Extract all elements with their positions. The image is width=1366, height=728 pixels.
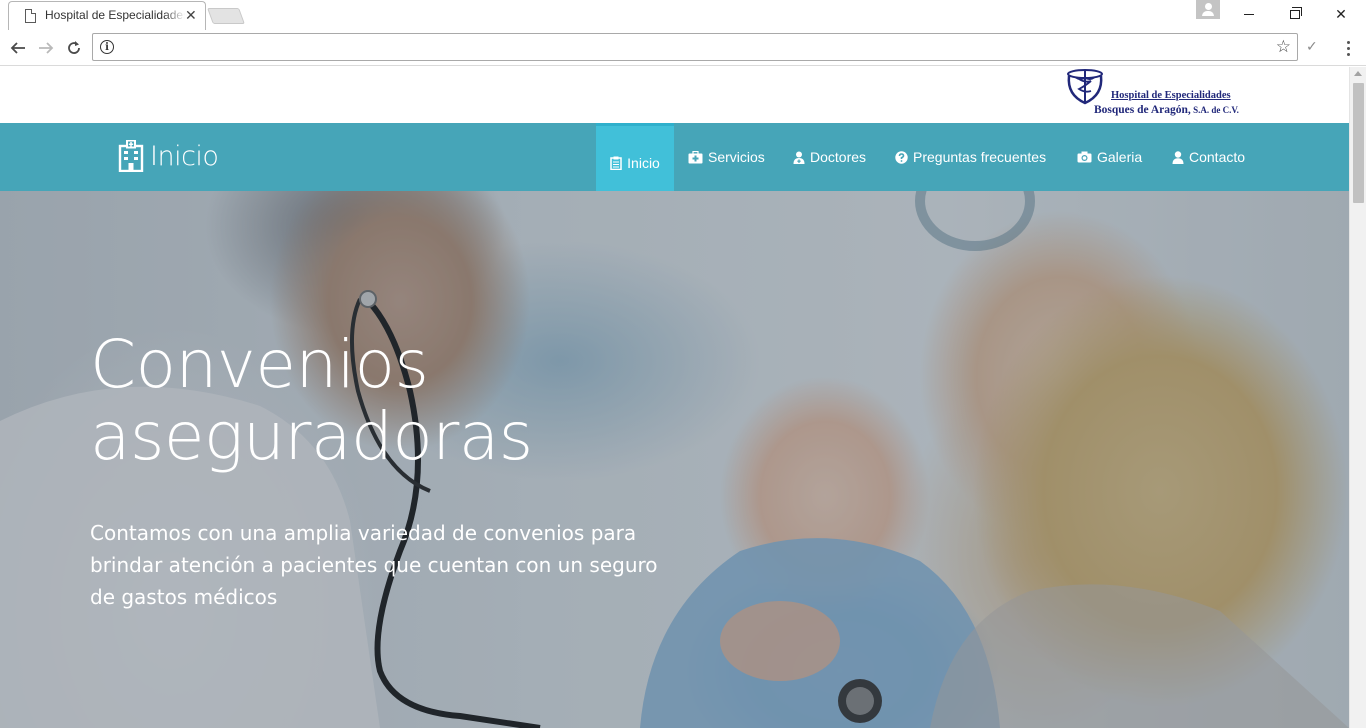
reload-button[interactable] [62,36,86,60]
logo-line-1: Hospital de Especialidades [1111,90,1231,101]
nav-item-preguntas-frecuentes[interactable]: Preguntas frecuentes [895,123,1046,191]
browser-titlebar: Hospital de Especialidades Bosques de Ar… [0,0,1366,30]
arrow-left-icon [10,42,25,54]
user-md-icon [793,151,805,164]
logo-line-2-suffix: S.A. de C.V. [1190,105,1239,115]
hero-banner: Convenios aseguradoras Contamos con una … [0,191,1349,728]
browser-tab[interactable]: Hospital de Especialidades Bosques de Ar… [8,1,206,30]
tab-title: Hospital de Especialidades Bosques de Ar… [45,8,185,22]
main-navbar: Inicio Inicio Servicios Doctores Pregunt [0,123,1349,191]
browser-toolbar: i ☆ ✓ [0,30,1366,66]
medkit-icon [688,150,703,164]
maximize-button[interactable] [1272,0,1318,28]
star-icon[interactable]: ☆ [1276,37,1291,57]
checkmark-icon[interactable]: ✓ [1306,38,1318,55]
nav-label: Doctores [810,149,867,165]
restore-icon [1290,6,1302,19]
nav-label: Inicio [627,154,660,171]
page-viewport: Hospital de Especialidades Bosques de Ar… [0,67,1349,728]
new-tab-button[interactable] [207,8,245,24]
brand-text: Inicio [150,140,219,172]
info-icon[interactable]: i [100,40,114,54]
nav-item-galeria[interactable]: Galeria [1077,123,1142,191]
nav-item-inicio[interactable]: Inicio [596,123,674,191]
nav-item-doctores[interactable]: Doctores [793,123,866,191]
page-scrollbar[interactable] [1349,67,1366,728]
browser-menu-icon[interactable] [1340,38,1356,58]
question-circle-icon [895,150,908,164]
close-window-button[interactable]: ✕ [1318,0,1364,28]
reload-icon [68,41,80,54]
logo-line-2: Bosques de Aragón, S.A. de C.V. [1094,104,1239,116]
minimize-icon [1244,13,1254,15]
close-icon: ✕ [1335,5,1347,22]
nav-label: Contacto [1189,149,1246,165]
nav-item-contacto[interactable]: Contacto [1172,123,1245,191]
profile-icon[interactable] [1196,0,1220,19]
camera-icon [1077,151,1092,163]
document-icon [25,9,36,23]
scrollbar-thumb[interactable] [1353,83,1364,203]
hospital-logo[interactable]: Hospital de Especialidades Bosques de Ar… [1064,69,1248,121]
forward-button[interactable] [34,36,58,60]
back-button[interactable] [6,36,30,60]
arrow-right-icon [39,42,54,54]
nav-label: Servicios [708,149,765,165]
tab-close-icon[interactable]: ✕ [185,7,197,23]
nav-item-servicios[interactable]: Servicios [688,123,765,191]
user-icon [1172,150,1184,164]
caduceus-logo-icon [1067,69,1103,105]
header-top: Hospital de Especialidades Bosques de Ar… [0,67,1349,123]
scroll-up-arrow-icon[interactable] [1354,71,1362,76]
logo-line-2-name: Bosques de Aragón, [1094,104,1191,116]
clipboard-icon [610,156,622,170]
brand-link[interactable]: Inicio [118,136,219,176]
hero-description: Contamos con una amplia variedad de conv… [90,521,658,609]
nav-label: Galeria [1097,149,1143,165]
minimize-button[interactable] [1226,0,1272,28]
nav-label: Preguntas frecuentes [913,149,1047,165]
hero-title: Convenios aseguradoras [90,326,533,475]
address-bar[interactable]: i ☆ [92,33,1298,61]
hospital-building-icon [118,140,144,172]
